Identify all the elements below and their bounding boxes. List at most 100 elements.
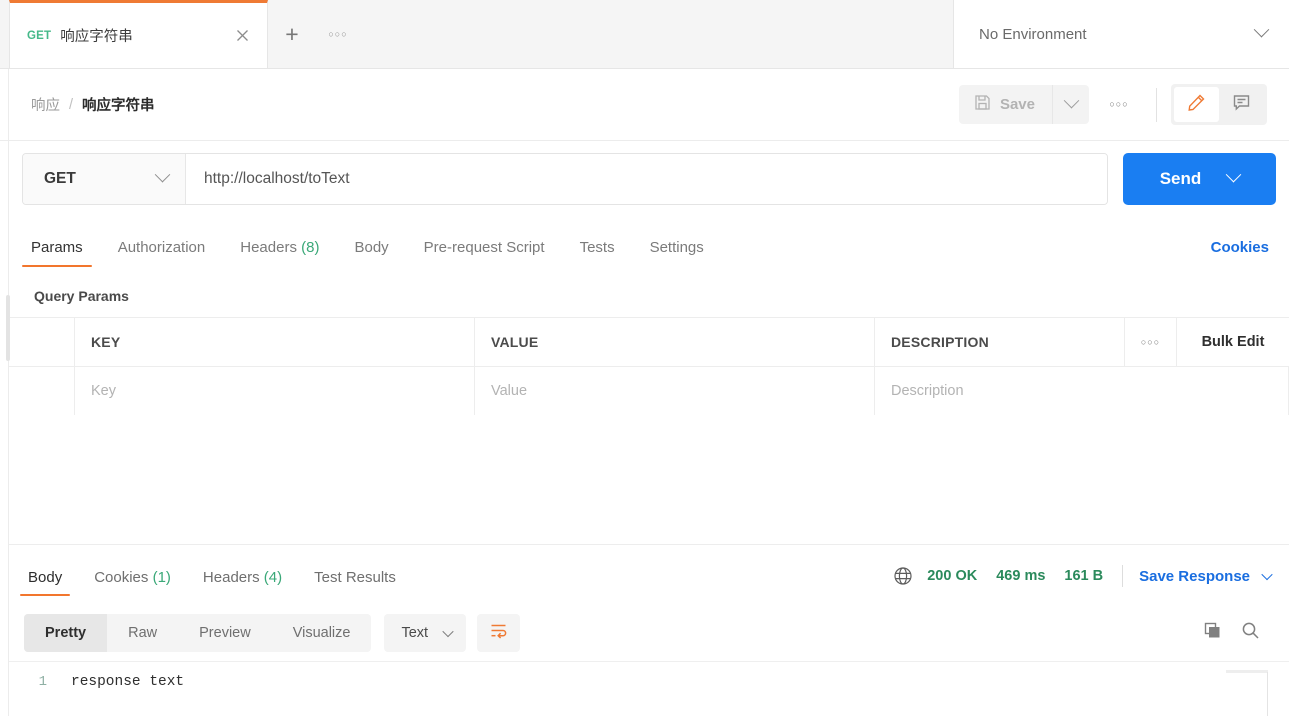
response-tabs: Body Cookies (1) Headers (4) Test Result… — [0, 548, 1289, 596]
code-horizontal-scrollbar[interactable] — [1226, 670, 1268, 673]
body-format-label: Text — [401, 625, 428, 641]
new-tab-button[interactable]: + — [268, 0, 316, 68]
comment-button[interactable] — [1219, 87, 1264, 122]
tab-pre-request-script-label: Pre-request Script — [424, 239, 545, 256]
query-params-title: Query Params — [0, 278, 1289, 314]
view-visualize[interactable]: Visualize — [272, 614, 372, 652]
environment-selector[interactable]: No Environment — [953, 0, 1289, 68]
tab-headers[interactable]: Headers (8) — [231, 239, 328, 267]
request-more-button[interactable] — [1096, 85, 1142, 124]
response-tab-headers-label: Headers — [203, 569, 260, 586]
table-options-button[interactable] — [1125, 318, 1177, 366]
comment-icon — [1232, 93, 1251, 117]
response-body-toolbar: Pretty Raw Preview Visualize Text — [0, 605, 1289, 661]
view-pretty[interactable]: Pretty — [24, 614, 107, 652]
view-raw[interactable]: Raw — [107, 614, 178, 652]
environment-label: No Environment — [979, 26, 1256, 43]
chevron-down-icon[interactable] — [1228, 170, 1239, 188]
tab-bar-spacer — [360, 0, 953, 68]
tab-tests[interactable]: Tests — [571, 239, 624, 267]
ellipsis-icon — [1109, 100, 1128, 109]
request-tabs: Params Authorization Headers (8) Body Pr… — [0, 217, 1289, 267]
line-number: 1 — [9, 674, 59, 716]
send-button[interactable]: Send — [1123, 153, 1276, 205]
tab-more-button[interactable] — [316, 0, 360, 68]
response-tab-headers[interactable]: Headers (4) — [195, 569, 290, 596]
http-method-selector[interactable]: GET — [23, 154, 186, 204]
url-bar: GET http://localhost/toText Send — [0, 141, 1289, 217]
chevron-down-icon — [1256, 25, 1267, 43]
save-button-label: Save — [1000, 96, 1035, 113]
tab-headers-label: Headers — [240, 239, 297, 256]
url-input[interactable]: http://localhost/toText — [186, 154, 1107, 204]
breadcrumb-parent[interactable]: 响应 — [31, 94, 60, 115]
response-size: 161 B — [1064, 568, 1103, 584]
save-options-button[interactable] — [1052, 85, 1089, 124]
save-button[interactable]: Save — [959, 85, 1052, 124]
table-row: Key Value Description — [9, 367, 1289, 416]
response-time: 469 ms — [996, 568, 1045, 584]
search-icon — [1241, 621, 1260, 645]
tab-tests-label: Tests — [580, 239, 615, 256]
save-button-group: Save — [959, 85, 1089, 124]
response-body-code[interactable]: 1 response text — [9, 661, 1289, 716]
globe-icon — [893, 566, 913, 586]
response-meta: 200 OK 469 ms 161 B Save Response — [893, 565, 1271, 596]
save-response-button[interactable]: Save Response — [1139, 568, 1271, 585]
breadcrumb-current: 响应字符串 — [82, 94, 155, 115]
body-view-switcher: Pretty Raw Preview Visualize — [24, 614, 371, 652]
column-header-key: KEY — [75, 318, 475, 366]
chevron-down-icon — [1261, 569, 1272, 580]
close-icon[interactable] — [230, 24, 254, 48]
tab-params[interactable]: Params — [22, 239, 92, 267]
cookies-link[interactable]: Cookies — [1211, 239, 1269, 267]
description-input[interactable]: Description — [875, 367, 1289, 415]
panel-left-edge — [8, 69, 9, 716]
breadcrumb-bar: 响应 / 响应字符串 Save — [0, 69, 1289, 141]
send-button-label: Send — [1160, 169, 1202, 189]
response-tab-test-results-label: Test Results — [314, 569, 396, 586]
search-button[interactable] — [1231, 616, 1269, 650]
tab-title-label: 响应字符串 — [60, 25, 224, 46]
ellipsis-icon — [1141, 338, 1160, 347]
tab-pre-request-script[interactable]: Pre-request Script — [415, 239, 554, 267]
column-header-value: VALUE — [475, 318, 875, 366]
tab-method-label: GET — [27, 30, 51, 42]
tab-settings[interactable]: Settings — [641, 239, 713, 267]
ellipsis-icon — [328, 30, 347, 39]
copy-icon — [1203, 621, 1222, 645]
response-tab-cookies-label: Cookies — [94, 569, 148, 586]
word-wrap-button[interactable] — [477, 614, 520, 652]
query-params-empty-area — [9, 415, 1289, 545]
tab-authorization-label: Authorization — [118, 239, 206, 256]
tab-authorization[interactable]: Authorization — [109, 239, 215, 267]
response-tab-test-results[interactable]: Test Results — [306, 569, 404, 596]
chevron-down-icon — [157, 170, 168, 188]
tab-settings-label: Settings — [650, 239, 704, 256]
status-badge: 200 OK — [927, 568, 977, 584]
bulk-edit-button[interactable]: Bulk Edit — [1177, 318, 1289, 366]
response-tab-cookies[interactable]: Cookies (1) — [86, 569, 179, 596]
breadcrumb: 响应 / 响应字符串 — [0, 94, 959, 115]
save-response-label: Save Response — [1139, 568, 1250, 585]
breadcrumb-separator: / — [69, 97, 73, 113]
response-tab-body-label: Body — [28, 569, 62, 586]
response-tab-body[interactable]: Body — [20, 569, 70, 596]
value-input[interactable]: Value — [475, 367, 875, 415]
tab-list: GET 响应字符串 + — [0, 0, 360, 68]
request-tab-active[interactable]: GET 响应字符串 — [9, 0, 268, 68]
scrollbar-thumb[interactable] — [6, 295, 10, 361]
row-checkbox-cell[interactable] — [9, 367, 75, 415]
view-preview[interactable]: Preview — [178, 614, 272, 652]
code-vertical-scrollbar[interactable] — [1267, 672, 1268, 716]
copy-button[interactable] — [1193, 616, 1231, 650]
query-params-table: KEY VALUE DESCRIPTION Bulk Edit Key Valu… — [9, 317, 1289, 416]
breadcrumb-actions: Save — [959, 84, 1289, 125]
http-method-label: GET — [44, 170, 157, 188]
chevron-down-icon — [444, 624, 452, 642]
tab-body[interactable]: Body — [345, 239, 397, 267]
key-input[interactable]: Key — [75, 367, 475, 415]
edit-button[interactable] — [1174, 87, 1219, 122]
response-tab-headers-count: (4) — [264, 569, 282, 586]
body-format-selector[interactable]: Text — [384, 614, 466, 652]
